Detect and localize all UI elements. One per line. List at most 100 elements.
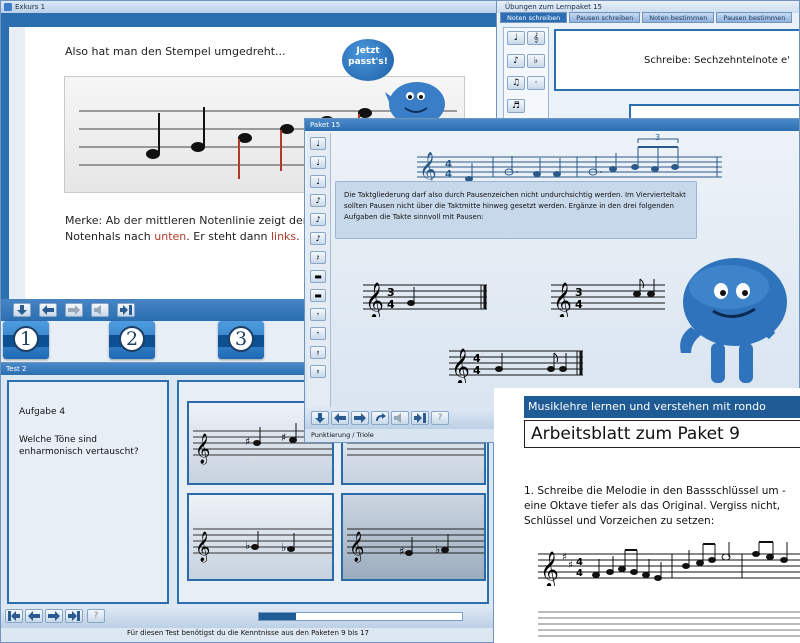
treble-clef-icon: 𝄞 — [349, 531, 364, 563]
side-tool-8[interactable]: ▬ — [310, 270, 326, 283]
sound-button[interactable] — [91, 303, 109, 317]
prev-button[interactable] — [25, 609, 43, 623]
down-arrow-icon — [17, 305, 27, 315]
uebungen-prompt-box: Schreibe: Sechzehntelnote e' — [554, 29, 799, 91]
side-tool-1[interactable]: ♩ — [310, 137, 326, 150]
paket-back-button[interactable] — [331, 411, 349, 425]
arbeitsblatt: Musiklehre lernen und verstehen mit rond… — [494, 388, 800, 643]
left-arrow-icon — [42, 305, 54, 315]
lesson-box-2[interactable]: 2 — [109, 321, 155, 359]
side-tool-4[interactable]: ♪ — [310, 194, 326, 207]
paket-status: Punktierung / Triole — [311, 431, 374, 439]
last-icon — [68, 611, 80, 621]
sharp-icon: ♯ — [399, 545, 404, 558]
exercise-staff-2: 𝄞 3 4 — [551, 278, 665, 317]
sharp-icon: ♯ — [562, 552, 567, 563]
treble-clef-icon: 𝄞 — [451, 347, 470, 383]
arbeitsblatt-staff: 𝄞 ♯ ♯ 4 4 — [538, 541, 800, 586]
progress-fill — [259, 613, 296, 620]
side-tool-5[interactable]: ♪ — [310, 213, 326, 226]
side-tool-12[interactable]: 𝄿 — [310, 346, 326, 359]
uebungen-title: Übungen zum Lernpaket 15 — [505, 3, 603, 11]
exkurs-titlebar: Exkurs 1 — [1, 1, 499, 13]
paket-forward-button[interactable] — [351, 411, 369, 425]
time-sig-bottom: 4 — [445, 169, 452, 180]
palette-clef[interactable]: 𝄞 — [527, 31, 545, 45]
next-icon — [414, 413, 426, 423]
paket-titlebar: Paket 15 — [305, 119, 799, 131]
side-tool-6[interactable]: ♪ — [310, 232, 326, 245]
exkurs-frame-top — [1, 13, 499, 27]
forward-button-disabled[interactable] — [65, 303, 83, 317]
lesson-box-3[interactable]: 3 — [218, 321, 264, 359]
paket-info-box: Die Taktgliederung darf also durch Pause… — [335, 181, 697, 239]
first-button[interactable] — [5, 609, 23, 623]
mascot-large — [680, 258, 787, 383]
answer-option-4[interactable]: 𝄞 ♯ ♭ — [341, 493, 486, 581]
help-button[interactable]: ? — [87, 609, 105, 623]
side-tool-9[interactable]: ▬ — [310, 289, 326, 302]
merke-text-a: Notenhals nach — [65, 230, 155, 243]
tab-noten-bestimmen[interactable]: Noten bestimmen — [642, 12, 715, 23]
paket-sound-button[interactable] — [391, 411, 409, 425]
palette-dot[interactable]: · — [527, 76, 545, 90]
note — [358, 108, 372, 118]
speaker-icon — [394, 413, 401, 423]
answer-staff-4: 𝄞 ♯ ♭ — [347, 528, 484, 563]
test-question-panel: Aufgabe 4 Welche Töne sind enharmonisch … — [7, 380, 169, 604]
side-tool-2[interactable]: ♩ — [310, 156, 326, 169]
bubble-text: Jetzt passt's! — [348, 46, 388, 67]
paket-next-button[interactable] — [411, 411, 429, 425]
repeat-icon — [376, 413, 386, 421]
down-arrow-icon — [315, 413, 325, 423]
lesson-number-2: 2 — [119, 326, 145, 352]
app-icon — [4, 3, 12, 11]
answer-staff-3: 𝄞 ♭ ♭ — [193, 528, 332, 563]
arbeitsblatt-header-text: Musiklehre lernen und verstehen mit rond… — [528, 400, 766, 413]
note — [191, 142, 205, 152]
answer-option-3[interactable]: 𝄞 ♭ ♭ — [187, 493, 334, 581]
triplet-label: 3 — [655, 133, 660, 142]
side-tool-3[interactable]: ♩ — [310, 175, 326, 188]
paket-help-button[interactable]: ? — [431, 411, 449, 425]
aufgabe-label: Aufgabe 4 — [19, 407, 66, 417]
paket-melody-staff: 𝄞 4 4 3 — [417, 133, 722, 183]
sharp-icon: ♯ — [281, 431, 286, 444]
palette-eighth-note[interactable]: ♪ — [507, 53, 525, 68]
tab-pausen-schreiben[interactable]: Pausen schreiben — [569, 12, 641, 23]
question-text: Welche Töne sind enharmonisch vertauscht… — [19, 435, 139, 457]
palette-quarter-note[interactable]: ♩ — [507, 31, 525, 45]
tab-noten-schreiben[interactable]: Noten schreiben — [500, 12, 568, 23]
uebungen-window: Übungen zum Lernpaket 15 Noten schreiben… — [496, 0, 800, 125]
exercise-staff-3: 𝄞 4 4 — [449, 347, 583, 383]
test-footer: Für diesen Test benötigst du die Kenntni… — [127, 629, 369, 637]
side-tool-7[interactable]: 𝄽 — [310, 251, 326, 264]
progress-bar — [258, 612, 463, 621]
next-button[interactable] — [117, 303, 135, 317]
side-tool-13[interactable]: 𝄿 — [310, 365, 326, 378]
palette-sixteenth[interactable]: ♬ — [507, 98, 525, 113]
palette-flat[interactable]: ♭ — [527, 53, 545, 68]
palette-beamed-notes[interactable]: ♫ — [507, 76, 525, 90]
next-icon — [120, 305, 132, 315]
treble-clef-icon: 𝄞 — [195, 433, 210, 465]
sharp-icon: ♯ — [245, 435, 250, 448]
arbeitsblatt-header: Musiklehre lernen und verstehen mit rond… — [524, 396, 800, 418]
flat-icon: ♭ — [281, 541, 286, 554]
flat-icon: ♭ — [435, 543, 440, 556]
download-button[interactable] — [13, 303, 31, 317]
side-tool-11[interactable]: 𝄾 — [310, 327, 326, 340]
merke-word-unten: unten — [154, 230, 187, 243]
right-arrow-icon — [48, 611, 60, 621]
tab-pausen-bestimmen[interactable]: Pausen bestimmen — [716, 12, 793, 23]
paket-download-button[interactable] — [311, 411, 329, 425]
last-button[interactable] — [65, 609, 83, 623]
side-tool-10[interactable]: 𝄾 — [310, 308, 326, 321]
lesson-box-1[interactable]: 1 — [3, 321, 49, 359]
exkurs-title: Exkurs 1 — [15, 3, 46, 11]
next-button[interactable] — [45, 609, 63, 623]
merke-text-c: . Er steht dann — [186, 230, 271, 243]
back-button[interactable] — [39, 303, 57, 317]
merke-word-links: links — [270, 230, 297, 243]
paket-repeat-button[interactable] — [371, 411, 389, 425]
